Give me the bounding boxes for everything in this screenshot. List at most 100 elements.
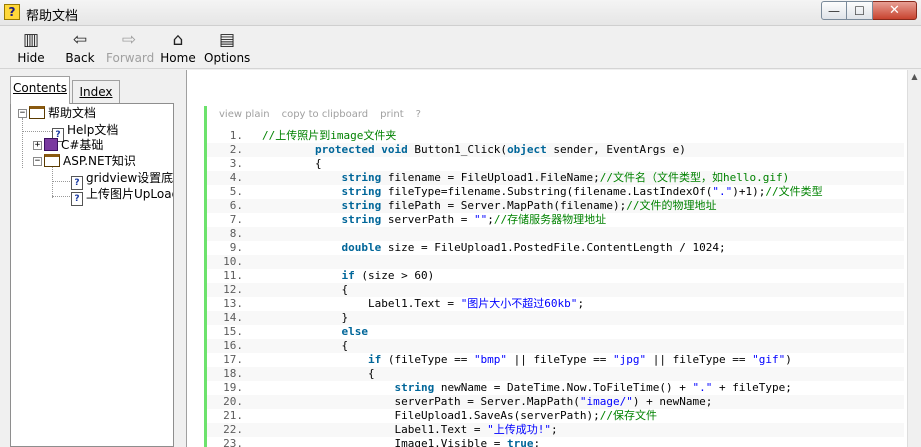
toolbar: ▥ Hide ⇦ Back ⇨ Forward ⌂ Home ▤ Options xyxy=(0,27,921,69)
tree-item-root-label: 帮助文档 xyxy=(48,106,97,120)
code-line: 5. string fileType=filename.Substring(fi… xyxy=(207,185,904,199)
hide-button[interactable]: ▥ Hide xyxy=(8,30,54,68)
tree-connector xyxy=(22,131,52,132)
code-line: 20. serverPath = Server.MapPath("image/"… xyxy=(207,395,904,409)
line-number: 22. xyxy=(223,423,243,436)
tab-contents[interactable]: Contents xyxy=(10,76,70,104)
contents-tree: − 帮助文档 ? Help文档 + C#基础 − ASP.NET知识 ? gridv… xyxy=(10,103,174,447)
scroll-up-icon[interactable]: ▲ xyxy=(909,72,920,83)
back-button[interactable]: ⇦ Back xyxy=(57,30,103,68)
tab-index[interactable]: Index xyxy=(72,80,120,104)
code-block: view plain copy to clipboard print? 1. //上传… xyxy=(204,106,904,447)
options-button[interactable]: ▤ Options xyxy=(204,30,250,68)
line-number: 11. xyxy=(223,269,243,282)
line-number: 14. xyxy=(223,311,243,324)
help-question-icon: ? xyxy=(4,4,20,20)
tree-item-csharp-label: C#基础 xyxy=(61,138,104,152)
copy-to-clipboard-link[interactable]: copy to clipboard xyxy=(282,109,369,120)
tree-item-csharp[interactable]: C#基础 xyxy=(44,137,103,153)
code-line: 10. xyxy=(207,255,904,269)
code-text: serverPath = Server.MapPath("image/") + … xyxy=(262,395,713,408)
code-toolbar: view plain copy to clipboard print? xyxy=(219,109,433,120)
tree-item-aspnet[interactable]: ASP.NET知识 xyxy=(44,153,136,169)
forward-label: Forward xyxy=(106,51,155,65)
code-line: 9. double size = FileUpload1.PostedFile.… xyxy=(207,241,904,255)
navigation-pane: Contents Index − 帮助文档 ? Help文档 + C#基础 − A… xyxy=(8,70,184,447)
code-text: FileUpload1.SaveAs(serverPath);//保存文件 xyxy=(262,409,658,422)
help-link[interactable]: ? xyxy=(416,109,421,120)
tree-item-gridview[interactable]: ? gridview设置底 xyxy=(71,170,174,190)
code-line: 21. FileUpload1.SaveAs(serverPath);//保存文… xyxy=(207,409,904,423)
code-line: 13. Label1.Text = "图片大小不超过60kb"; xyxy=(207,297,904,311)
line-number: 3. xyxy=(229,157,243,170)
forward-arrow-icon: ⇨ xyxy=(121,30,137,50)
code-text: string serverPath = "";//存储服务器物理地址 xyxy=(341,213,607,226)
tree-connector xyxy=(22,118,23,168)
close-button[interactable]: ✕ xyxy=(873,1,917,20)
window-controls: — ☐ ✕ xyxy=(821,1,917,20)
tree-item-help-doc[interactable]: ? Help文档 xyxy=(52,122,119,142)
line-number: 2. xyxy=(229,143,243,156)
content-pane: view plain copy to clipboard print? 1. //上传… xyxy=(186,70,921,447)
code-text: } xyxy=(262,311,349,324)
code-line: 14. } xyxy=(207,311,904,325)
code-text: if (fileType == "bmp" || fileType == "jp… xyxy=(367,353,792,366)
line-number: 18. xyxy=(223,367,243,380)
home-label: Home xyxy=(160,51,196,65)
tree-connector xyxy=(52,181,72,182)
book-open-icon xyxy=(29,106,45,119)
view-plain-link[interactable]: view plain xyxy=(219,109,270,120)
vertical-scrollbar[interactable]: ▲ xyxy=(907,70,921,447)
line-number: 16. xyxy=(223,339,243,352)
line-number: 1. xyxy=(229,129,243,142)
code-line: 18. { xyxy=(207,367,904,381)
code-text: string newName = DateTime.Now.ToFileTime… xyxy=(394,381,792,394)
line-number: 21. xyxy=(223,409,243,422)
code-text: { xyxy=(262,157,322,170)
line-number: 5. xyxy=(229,185,243,198)
code-text: { xyxy=(262,283,349,296)
line-number: 6. xyxy=(229,199,243,212)
code-text: { xyxy=(262,367,375,380)
line-number: 17. xyxy=(223,353,243,366)
code-lines: 1.//上传照片到image文件夹 2. protected void Butto… xyxy=(207,129,904,447)
code-line: 2. protected void Button1_Click(object s… xyxy=(207,143,904,157)
code-text: if (size > 60) xyxy=(341,269,435,282)
minimize-button[interactable]: — xyxy=(821,1,847,20)
code-line: 12. { xyxy=(207,283,904,297)
book-open-icon xyxy=(44,154,60,167)
tree-item-gridview-label: gridview设置底 xyxy=(86,171,174,185)
code-line: 16. { xyxy=(207,339,904,353)
book-closed-icon xyxy=(44,138,58,151)
print-link[interactable]: print xyxy=(380,109,404,120)
tree-connector xyxy=(52,166,53,198)
window-title: 帮助文档 xyxy=(26,9,79,24)
code-line: 11. if (size > 60) xyxy=(207,269,904,283)
code-line: 3. { xyxy=(207,157,904,171)
title-bar: ? 帮助文档 — ☐ ✕ xyxy=(0,0,921,26)
code-line: 6. string filePath = Server.MapPath(file… xyxy=(207,199,904,213)
options-label: Options xyxy=(204,51,251,65)
code-line: 7. string serverPath = "";//存储服务器物理地址 xyxy=(207,213,904,227)
forward-button[interactable]: ⇨ Forward xyxy=(106,30,155,68)
expand-csharp-icon[interactable]: + xyxy=(33,141,42,150)
code-text: string fileType=filename.Substring(filen… xyxy=(341,185,823,198)
back-arrow-icon: ⇦ xyxy=(72,30,88,50)
tree-item-upload[interactable]: ? 上传图片UpLoad xyxy=(71,186,173,206)
code-text: { xyxy=(262,339,349,352)
home-button[interactable]: ⌂ Home xyxy=(155,30,201,68)
maximize-button[interactable]: ☐ xyxy=(847,1,873,20)
back-label: Back xyxy=(65,51,95,65)
hide-label: Hide xyxy=(17,51,45,65)
collapse-aspnet-icon[interactable]: − xyxy=(33,157,42,166)
code-line: 17. if (fileType == "bmp" || fileType ==… xyxy=(207,353,904,367)
line-number: 7. xyxy=(229,213,243,226)
tree-item-help-doc-label: Help文档 xyxy=(67,123,119,137)
code-text: double size = FileUpload1.PostedFile.Con… xyxy=(341,241,726,254)
line-number: 13. xyxy=(223,297,243,310)
collapse-root-icon[interactable]: − xyxy=(18,109,27,118)
code-line: 1. //上传照片到image文件夹 xyxy=(207,129,904,143)
tree-item-aspnet-label: ASP.NET知识 xyxy=(63,154,136,168)
tree-item-root[interactable]: 帮助文档 xyxy=(29,105,96,121)
tree-connector xyxy=(52,196,72,197)
